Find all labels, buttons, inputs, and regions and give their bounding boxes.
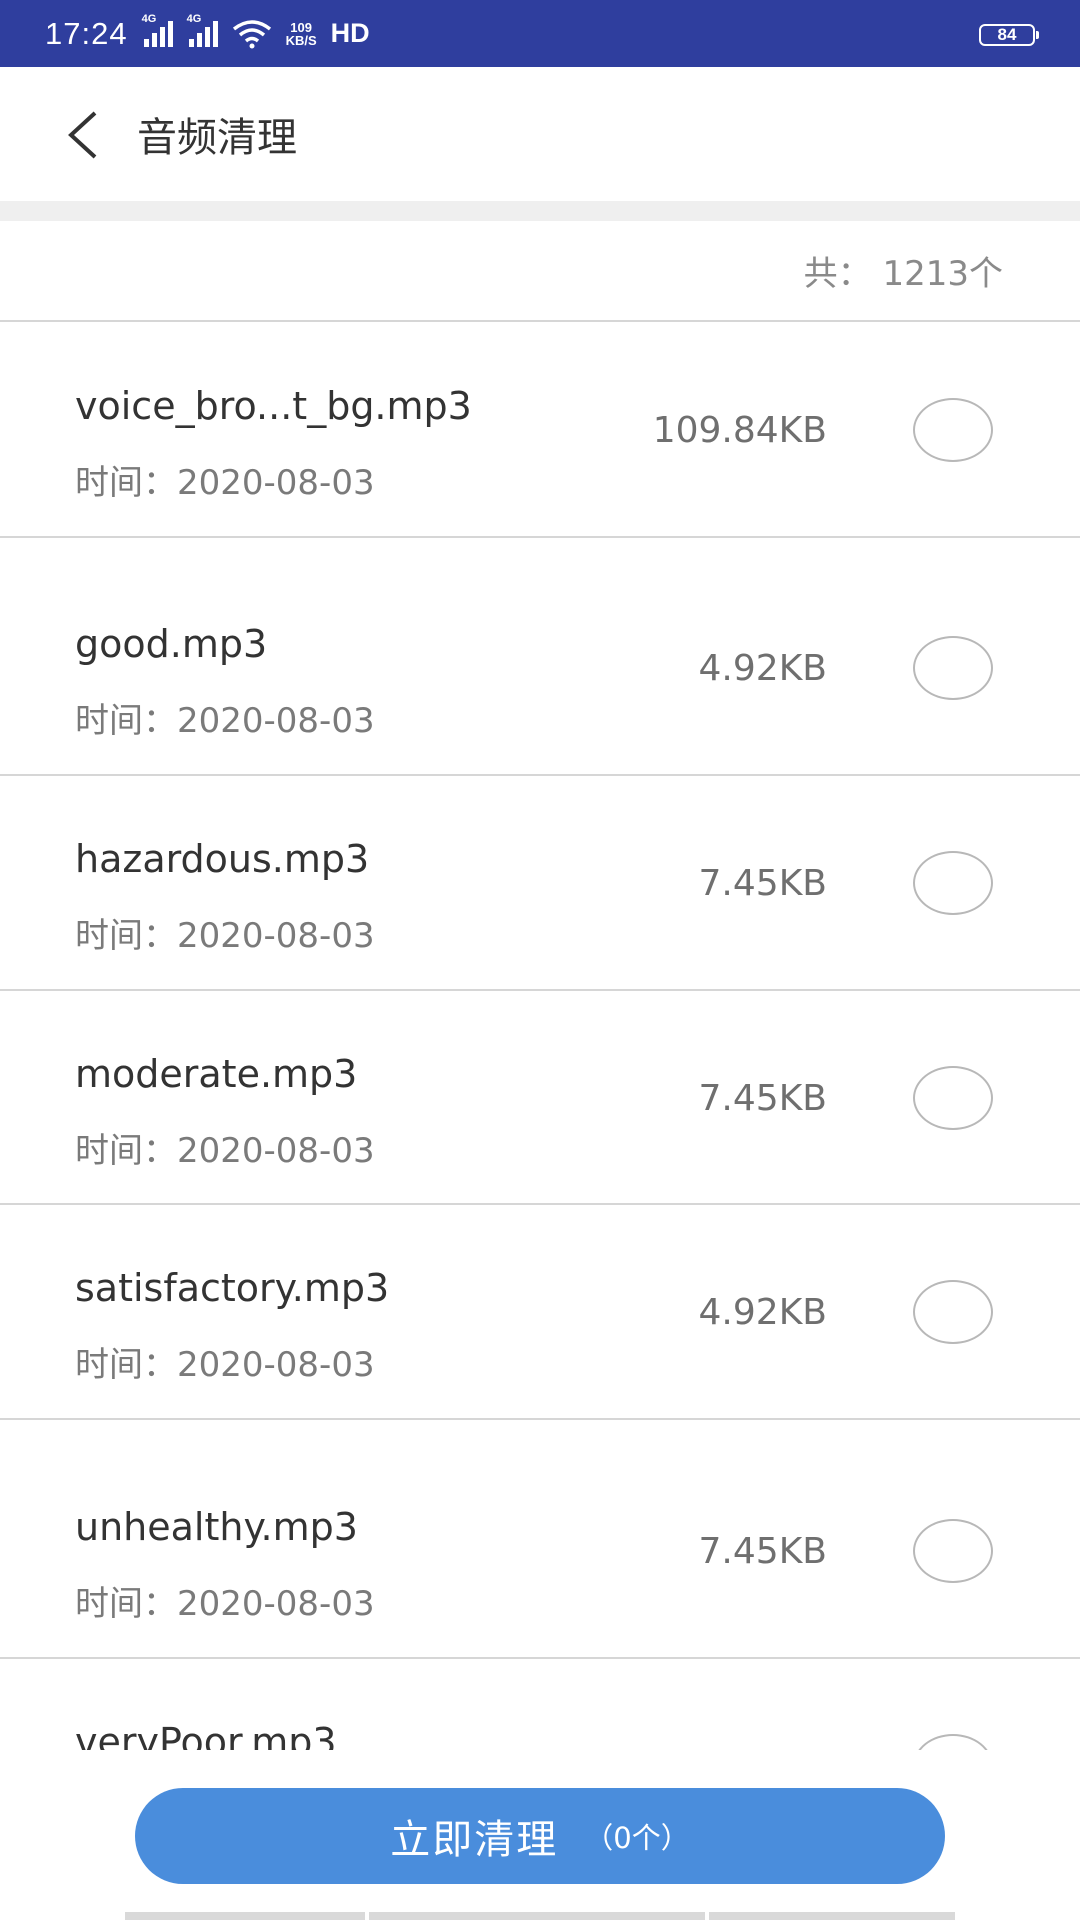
signal-type-label: 4G	[186, 12, 202, 25]
list-item[interactable]: unhealthy.mp3 时间：2020-08-03 7.45KB	[0, 1420, 1080, 1659]
battery-level: 84	[997, 25, 1017, 44]
select-radio[interactable]	[913, 1066, 993, 1130]
list-item[interactable]: hazardous.mp3 时间：2020-08-03 7.45KB	[0, 776, 1080, 991]
total-count: 共： 1213个	[803, 254, 1003, 294]
signal-icon: 4G	[142, 13, 173, 47]
select-radio[interactable]	[913, 1734, 993, 1750]
wifi-icon	[232, 19, 271, 48]
file-name: moderate.mp3	[75, 1052, 358, 1096]
list-item[interactable]: satisfactory.mp3 时间：2020-08-03 4.92KB	[0, 1205, 1080, 1420]
status-bar: 17:24 4G 4G 109 KB/S HD 84	[0, 0, 1080, 67]
clean-button-label: 立即清理	[390, 1817, 559, 1863]
list-item[interactable]: moderate.mp3 时间：2020-08-03 7.45KB	[0, 991, 1080, 1205]
summary-row: 共： 1213个	[0, 221, 1080, 322]
file-name: veryPoor.mp3	[75, 1720, 337, 1750]
status-time: 17:24	[45, 15, 128, 51]
select-radio[interactable]	[913, 398, 993, 462]
battery-icon: 84	[979, 24, 1039, 46]
app-header: 音频清理	[0, 67, 1080, 201]
select-radio[interactable]	[913, 636, 993, 700]
file-time: 时间：2020-08-03	[75, 463, 375, 503]
file-size: 7.45KB	[698, 863, 827, 904]
bottom-bar: 立即清理 （0个）	[0, 1750, 1080, 1920]
file-time: 时间：2020-08-03	[75, 1131, 375, 1171]
file-name: voice_bro...t_bg.mp3	[75, 384, 472, 428]
list-item[interactable]: good.mp3 时间：2020-08-03 4.92KB	[0, 538, 1080, 776]
file-time: 时间：2020-08-03	[75, 1584, 375, 1624]
network-speed-value: 109	[290, 19, 312, 35]
list-item[interactable]: veryPoor.mp3	[0, 1659, 1080, 1750]
file-size: 109.84KB	[652, 410, 827, 451]
select-radio[interactable]	[913, 851, 993, 915]
clean-now-button[interactable]: 立即清理 （0个）	[135, 1788, 945, 1884]
select-radio[interactable]	[913, 1519, 993, 1583]
file-size: 4.92KB	[698, 648, 827, 689]
network-speed-unit: KB/S	[285, 32, 317, 48]
file-time: 时间：2020-08-03	[75, 1345, 375, 1385]
file-name: good.mp3	[75, 622, 268, 666]
file-list[interactable]: voice_bro...t_bg.mp3 时间：2020-08-03 109.8…	[0, 322, 1080, 1750]
page-title: 音频清理	[137, 115, 297, 161]
file-size: 7.45KB	[698, 1078, 827, 1119]
status-left: 17:24 4G 4G 109 KB/S HD	[45, 0, 370, 67]
file-size: 4.92KB	[698, 1292, 827, 1333]
section-divider	[0, 201, 1080, 221]
list-item[interactable]: voice_bro...t_bg.mp3 时间：2020-08-03 109.8…	[0, 322, 1080, 538]
file-time: 时间：2020-08-03	[75, 701, 375, 741]
file-size: 7.45KB	[698, 1531, 827, 1572]
file-name: satisfactory.mp3	[75, 1266, 390, 1310]
select-radio[interactable]	[913, 1280, 993, 1344]
chevron-left-icon	[68, 111, 97, 159]
hd-label: HD	[330, 18, 370, 48]
signal-icon: 4G	[187, 13, 218, 47]
signal-type-label: 4G	[141, 12, 157, 25]
selected-count: （0个）	[584, 1821, 690, 1855]
back-button[interactable]	[52, 107, 112, 163]
file-name: hazardous.mp3	[75, 837, 370, 881]
navigation-hint	[125, 1912, 955, 1920]
file-name: unhealthy.mp3	[75, 1505, 358, 1549]
file-time: 时间：2020-08-03	[75, 916, 375, 956]
network-speed: 109 KB/S	[286, 21, 317, 47]
